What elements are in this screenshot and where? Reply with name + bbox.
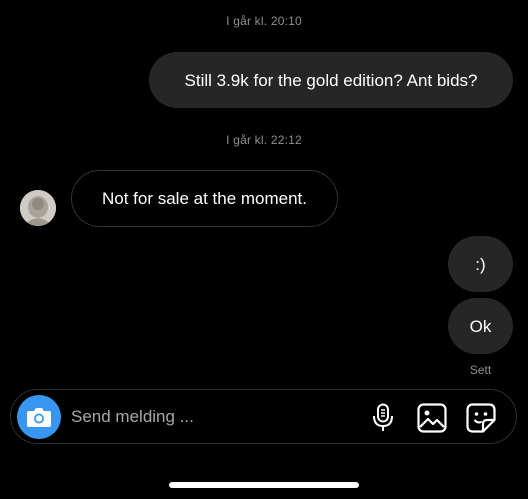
sticker-button[interactable] bbox=[465, 402, 497, 434]
message-text: :) bbox=[475, 254, 486, 274]
message-text: Still 3.9k for the gold edition? Ant bid… bbox=[184, 70, 478, 90]
avatar-image bbox=[20, 190, 56, 226]
voice-message-button[interactable] bbox=[367, 402, 399, 434]
camera-icon bbox=[27, 408, 51, 427]
camera-button[interactable] bbox=[17, 395, 61, 439]
message-text: Not for sale at the moment. bbox=[101, 188, 308, 208]
message-text: Ok bbox=[469, 316, 492, 336]
message-input[interactable] bbox=[71, 404, 351, 430]
message-timestamp: I går kl. 22:12 bbox=[226, 133, 302, 147]
sticker-icon bbox=[466, 403, 496, 433]
dm-thread-screen: I går kl. 20:10 Still 3.9k for the gold … bbox=[0, 0, 528, 499]
home-indicator[interactable] bbox=[169, 482, 359, 488]
seen-indicator: Sett bbox=[469, 363, 492, 377]
gallery-icon bbox=[417, 403, 447, 433]
gallery-button[interactable] bbox=[416, 402, 448, 434]
outgoing-message-bubble[interactable]: Still 3.9k for the gold edition? Ant bid… bbox=[149, 52, 513, 108]
sender-avatar[interactable] bbox=[20, 190, 56, 226]
incoming-message-bubble[interactable]: Not for sale at the moment. bbox=[71, 170, 338, 227]
outgoing-message-bubble[interactable]: Ok bbox=[448, 298, 513, 354]
message-composer bbox=[10, 389, 517, 444]
outgoing-message-bubble[interactable]: :) bbox=[448, 236, 513, 292]
message-timestamp: I går kl. 20:10 bbox=[226, 14, 302, 28]
microphone-icon bbox=[373, 403, 393, 431]
